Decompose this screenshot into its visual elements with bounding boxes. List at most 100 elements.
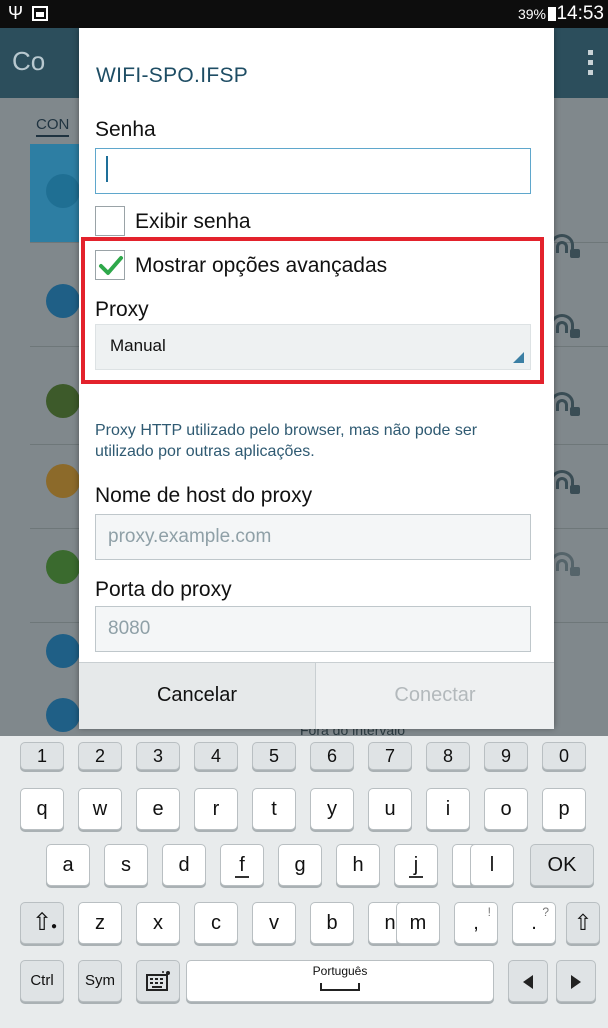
- wifi-connect-dialog: WIFI-SPO.IFSP Senha Exibir senha Mostrar…: [79, 28, 554, 729]
- cancel-button[interactable]: Cancelar: [79, 663, 316, 729]
- keyboard-settings-key[interactable]: [136, 960, 180, 1002]
- key-9[interactable]: 9: [484, 742, 528, 770]
- shift-icon: ⇧: [573, 910, 593, 935]
- ctrl-key[interactable]: Ctrl: [20, 960, 64, 1002]
- cursor-left-key[interactable]: [508, 960, 548, 1002]
- shift-right-key[interactable]: ⇧: [566, 902, 600, 944]
- key-x[interactable]: x: [136, 902, 180, 944]
- key-w[interactable]: w: [78, 788, 122, 830]
- key-b[interactable]: b: [310, 902, 354, 944]
- key-label: f: [239, 854, 245, 876]
- password-field[interactable]: [95, 148, 531, 194]
- language-label: Português: [312, 964, 368, 978]
- wifi-lock-icon: [550, 314, 580, 338]
- battery-icon: [548, 7, 556, 21]
- key-comma[interactable]: ,!: [454, 902, 498, 944]
- key-t[interactable]: t: [252, 788, 296, 830]
- key-c[interactable]: c: [194, 902, 238, 944]
- keyboard-icon: [146, 971, 170, 991]
- text-cursor: [106, 156, 108, 182]
- key-sublabel: !: [487, 905, 491, 919]
- proxy-host-label: Nome de host do proxy: [95, 484, 313, 507]
- password-label: Senha: [95, 118, 156, 141]
- usb-icon: Ψ: [8, 3, 24, 23]
- key-r[interactable]: r: [194, 788, 238, 830]
- key-label: ,: [473, 912, 479, 934]
- key-0[interactable]: 0: [542, 742, 586, 770]
- show-password-checkbox[interactable]: [95, 206, 125, 236]
- key-period[interactable]: .?: [512, 902, 556, 944]
- key-label: j: [413, 854, 419, 876]
- connect-button[interactable]: Conectar: [316, 663, 554, 729]
- key-z[interactable]: z: [78, 902, 122, 944]
- cursor-right-key[interactable]: [556, 960, 596, 1002]
- key-8[interactable]: 8: [426, 742, 470, 770]
- key-o[interactable]: o: [484, 788, 528, 830]
- data-usage-settings-icon: [46, 464, 80, 498]
- key-y[interactable]: y: [310, 788, 354, 830]
- key-4[interactable]: 4: [194, 742, 238, 770]
- arrow-left-icon: [523, 974, 533, 989]
- key-g[interactable]: g: [278, 844, 322, 886]
- wifi-lock-icon: [550, 392, 580, 416]
- key-l[interactable]: l: [470, 844, 514, 886]
- key-7[interactable]: 7: [368, 742, 412, 770]
- proxy-port-label: Porta do proxy: [95, 578, 232, 601]
- proxy-host-field[interactable]: [95, 514, 531, 560]
- background-title: Co: [12, 46, 46, 76]
- sym-key[interactable]: Sym: [78, 960, 122, 1002]
- key-f[interactable]: f: [220, 844, 264, 886]
- clock: 14:53: [556, 3, 604, 24]
- wifi-settings-icon: [46, 174, 80, 208]
- dialog-title: WIFI-SPO.IFSP: [96, 64, 249, 87]
- arrow-right-icon: [571, 974, 581, 989]
- background-tab: CON: [36, 116, 70, 137]
- status-bar: Ψ 39% 14:53: [0, 0, 608, 28]
- key-1[interactable]: 1: [20, 742, 64, 770]
- key-3[interactable]: 3: [136, 742, 180, 770]
- key-5[interactable]: 5: [252, 742, 296, 770]
- key-6[interactable]: 6: [310, 742, 354, 770]
- location-settings-icon: [46, 550, 80, 584]
- proxy-help-text: Proxy HTTP utilizado pelo browser, mas n…: [95, 422, 478, 460]
- key-e[interactable]: e: [136, 788, 180, 830]
- key-u[interactable]: u: [368, 788, 412, 830]
- key-2[interactable]: 2: [78, 742, 122, 770]
- key-sublabel: ?: [542, 905, 549, 919]
- advanced-options-checkbox[interactable]: [95, 250, 125, 280]
- more-networks-icon: [46, 634, 80, 668]
- advanced-options-label: Mostrar opções avançadas: [135, 254, 388, 277]
- dropdown-arrow-icon: [513, 352, 524, 363]
- proxy-label: Proxy: [95, 298, 149, 321]
- overflow-menu-icon: [588, 50, 594, 76]
- key-d[interactable]: d: [162, 844, 206, 886]
- key-j[interactable]: j: [394, 844, 438, 886]
- wifi-lock-icon: [550, 470, 580, 494]
- airplane-settings-icon: [46, 384, 80, 418]
- shift-key[interactable]: ⇧ ●: [20, 902, 64, 944]
- wifi-lock-icon: [550, 552, 580, 576]
- battery-percent: 39%: [517, 6, 546, 22]
- checkmark-icon: [99, 256, 123, 275]
- key-p[interactable]: p: [542, 788, 586, 830]
- proxy-port-field[interactable]: [95, 606, 531, 652]
- key-a[interactable]: a: [46, 844, 90, 886]
- dialog-button-bar: Cancelar Conectar: [79, 662, 554, 729]
- ok-key[interactable]: OK: [530, 844, 594, 886]
- space-key[interactable]: Português: [186, 960, 494, 1002]
- key-v[interactable]: v: [252, 902, 296, 944]
- key-m[interactable]: m: [396, 902, 440, 944]
- key-s[interactable]: s: [104, 844, 148, 886]
- shift-icon: ⇧: [31, 909, 53, 936]
- screenshot-icon: [32, 6, 48, 21]
- proxy-dropdown-value: Manual: [110, 336, 166, 355]
- space-icon: [320, 983, 360, 991]
- proxy-dropdown[interactable]: Manual: [95, 324, 531, 370]
- on-screen-keyboard: 1 2 3 4 5 6 7 8 9 0 q w e r t y u i o p …: [0, 736, 608, 1028]
- key-label: .: [531, 912, 537, 934]
- key-i[interactable]: i: [426, 788, 470, 830]
- key-h[interactable]: h: [336, 844, 380, 886]
- key-q[interactable]: q: [20, 788, 64, 830]
- bluetooth-settings-icon: [46, 284, 80, 318]
- show-password-label: Exibir senha: [135, 210, 251, 233]
